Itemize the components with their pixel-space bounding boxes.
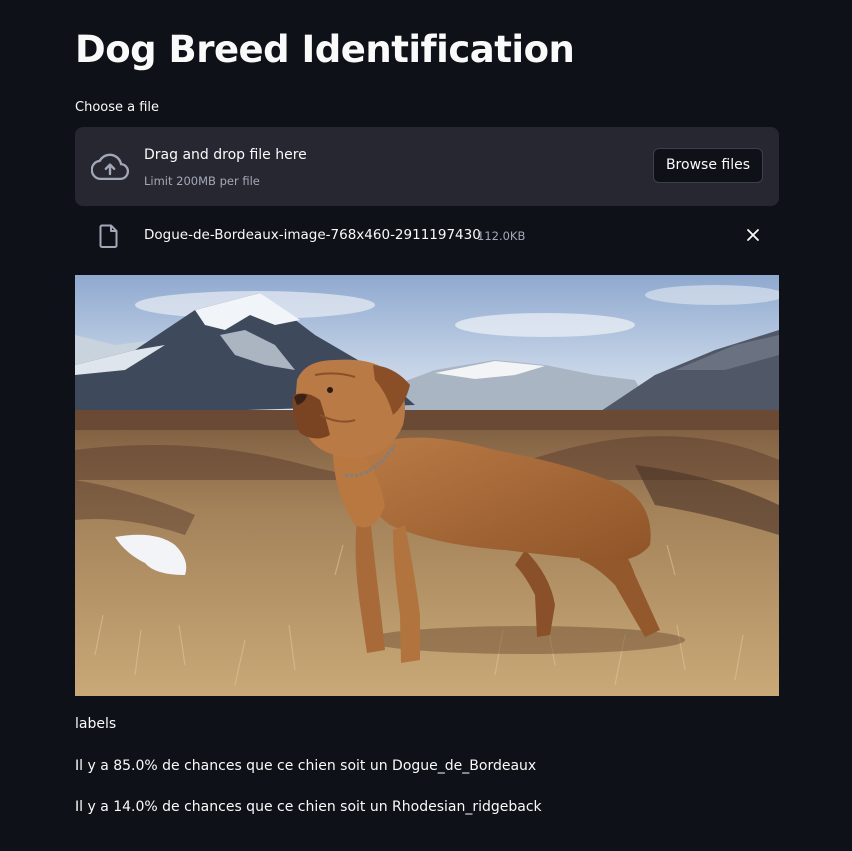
prediction-line-2: Il y a 14.0% de chances que ce chien soi… — [75, 799, 542, 815]
prediction-line-1: Il y a 85.0% de chances que ce chien soi… — [75, 758, 537, 774]
uploaded-dog-image — [75, 275, 779, 696]
dropzone-size-limit: Limit 200MB per file — [144, 174, 260, 188]
file-uploader-label: Choose a file — [75, 100, 160, 115]
uploaded-file-name: Dogue-de-Bordeaux-image-768x460-29111974… — [144, 227, 481, 243]
file-icon — [99, 224, 118, 248]
uploaded-file-item: Dogue-de-Bordeaux-image-768x460-29111974… — [75, 218, 779, 254]
close-icon[interactable] — [745, 227, 761, 243]
browse-files-button[interactable]: Browse files — [652, 148, 763, 183]
file-dropzone[interactable]: Drag and drop file here Limit 200MB per … — [75, 127, 779, 206]
dropzone-instructions: Drag and drop file here — [144, 147, 307, 163]
cloud-upload-icon — [91, 153, 129, 181]
page-title: Dog Breed Identification — [75, 28, 575, 71]
results-header: labels — [75, 716, 117, 732]
uploaded-file-size: 112.0KB — [477, 229, 526, 243]
